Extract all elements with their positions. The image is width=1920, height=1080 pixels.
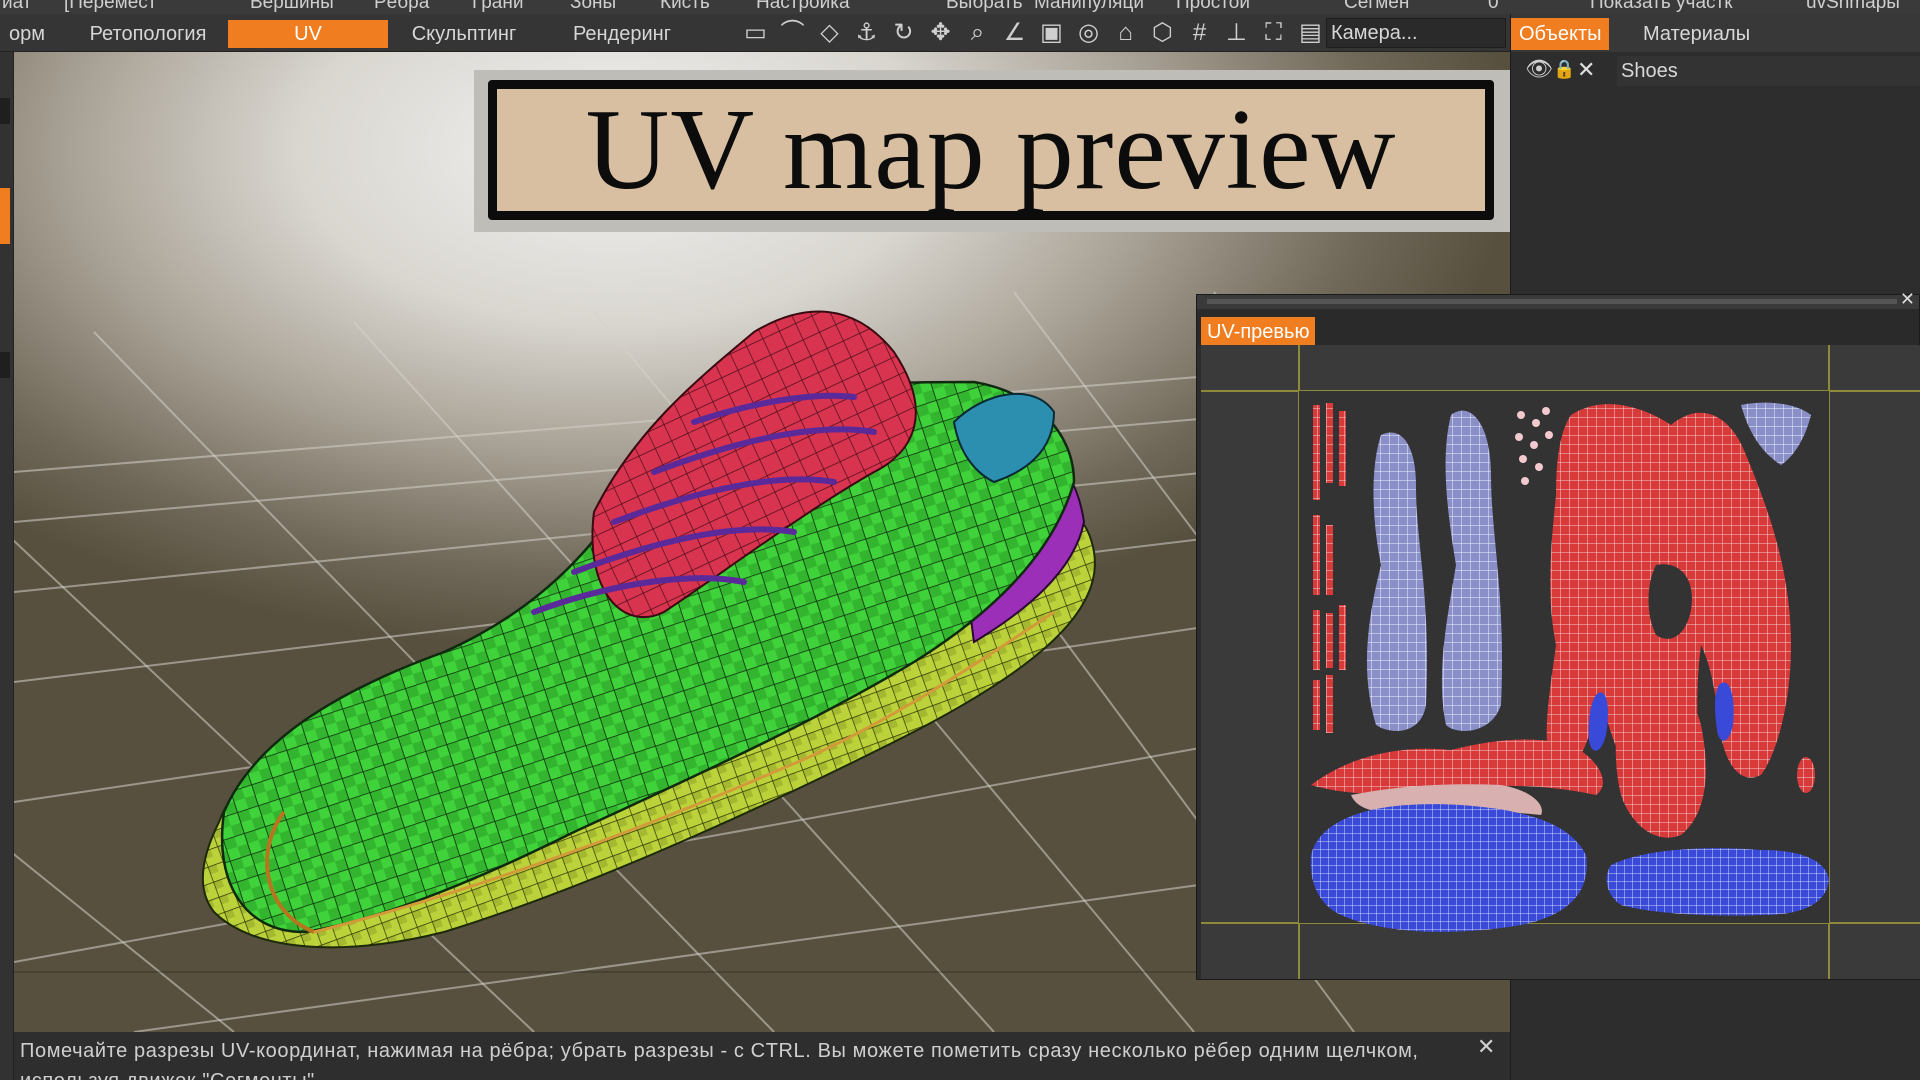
left-tool-slot[interactable] <box>0 98 10 124</box>
left-tool-slot[interactable] <box>0 352 10 378</box>
fullscreen-icon[interactable]: ⛶ <box>1258 18 1289 48</box>
close-icon[interactable]: ✕ <box>1900 289 1915 310</box>
title-banner: UV map preview <box>474 70 1510 232</box>
options-bar: иат [Перемест Вершины Рёбра Грани Зоны К… <box>0 0 1920 14</box>
option-uvsnap[interactable]: uvSnmapы <box>1806 0 1900 14</box>
uv-preview-window[interactable]: ✕ UV-превью <box>1196 289 1920 980</box>
uv-island-outsole <box>1606 848 1829 916</box>
eye-icon[interactable]: 👁 <box>1525 56 1553 82</box>
option-value[interactable]: 0 <box>1488 0 1499 14</box>
option-simple[interactable]: Простой <box>1176 0 1250 14</box>
banner-title: UV map preview <box>585 85 1397 214</box>
tab-transform[interactable]: орм <box>0 20 54 48</box>
rect-select-icon[interactable]: ▭ <box>740 18 771 48</box>
option-edges[interactable]: Рёбра <box>374 0 429 14</box>
tab-retopology[interactable]: Ретопология <box>70 20 226 48</box>
option-manipulators[interactable]: Манипуляци <box>1034 0 1144 14</box>
cube-icon[interactable]: ⬡ <box>1147 18 1178 48</box>
grid-icon[interactable]: # <box>1184 18 1215 48</box>
close-icon[interactable]: ✕ <box>1477 1032 1496 1062</box>
object-name[interactable]: Shoes <box>1617 56 1920 86</box>
right-panel-tabs: Объекты Материалы <box>1511 14 1920 52</box>
lasso-icon[interactable]: ⌒ <box>777 18 808 48</box>
tab-materials[interactable]: Материалы <box>1635 18 1758 50</box>
anchor-icon[interactable]: ⚓ <box>851 18 882 48</box>
tab-uv-preview[interactable]: UV-превью <box>1201 317 1316 347</box>
zoom-icon[interactable]: ⌕ <box>962 18 993 48</box>
uv-island-insole <box>1310 804 1587 932</box>
option-vertices[interactable]: Вершины <box>250 0 334 14</box>
target-icon[interactable]: ◎ <box>1073 18 1104 48</box>
close-icon[interactable]: ✕ <box>1577 57 1595 83</box>
option-settings[interactable]: Настройка <box>756 0 850 14</box>
lock-icon[interactable]: 🔒 <box>1553 59 1575 80</box>
option-mode[interactable]: иат <box>2 0 31 14</box>
drop-icon[interactable]: ◇ <box>814 18 845 48</box>
home-icon[interactable]: ⌂ <box>1110 18 1141 48</box>
option-move[interactable]: [Перемест <box>64 0 156 14</box>
left-toolbar <box>0 52 14 1080</box>
option-zones[interactable]: Зоны <box>570 0 616 14</box>
axis-icon[interactable]: ⊥ <box>1221 18 1252 48</box>
angle-icon[interactable]: ∠ <box>999 18 1030 48</box>
tab-uv[interactable]: UV <box>228 20 388 48</box>
option-faces[interactable]: Грани <box>472 0 523 14</box>
tab-objects[interactable]: Объекты <box>1511 18 1610 50</box>
uv-window-titlebar[interactable]: ✕ <box>1197 289 1919 309</box>
tab-sculpting[interactable]: Скульптинг <box>392 20 536 48</box>
viewport-toolbar: ▭ ⌒ ◇ ⚓ ↻ ✥ ⌕ ∠ ▣ ◎ ⌂ ⬡ # ⊥ ⛶ ▤ <box>740 18 1326 48</box>
camera-select[interactable]: Камера... ▼ <box>1326 18 1529 48</box>
camera-value: Камера... <box>1331 22 1418 44</box>
object-row[interactable]: 👁 🔒 ✕ Shoes <box>1511 56 1920 86</box>
move-icon[interactable]: ✥ <box>925 18 956 48</box>
rotate-icon[interactable]: ↻ <box>888 18 919 48</box>
left-tool-active[interactable] <box>0 188 10 244</box>
uv-canvas[interactable] <box>1201 345 1920 979</box>
option-segments[interactable]: Сегмен <box>1344 0 1409 14</box>
frame-icon[interactable]: ▣ <box>1036 18 1067 48</box>
status-hint: Помечайте разрезы UV-координат, нажимая … <box>14 1032 1510 1080</box>
uv-window-drag-handle[interactable] <box>1207 299 1897 304</box>
uv-islands <box>1201 345 1920 979</box>
tab-rendering[interactable]: Рендеринг <box>552 20 692 48</box>
option-brush[interactable]: Кисть <box>660 0 710 14</box>
option-show-area[interactable]: Показать участк <box>1590 0 1733 14</box>
status-message: Помечайте разрезы UV-координат, нажимая … <box>20 1040 1419 1080</box>
image-icon[interactable]: ▤ <box>1295 18 1326 48</box>
option-select[interactable]: Выбрать <box>946 0 1023 14</box>
